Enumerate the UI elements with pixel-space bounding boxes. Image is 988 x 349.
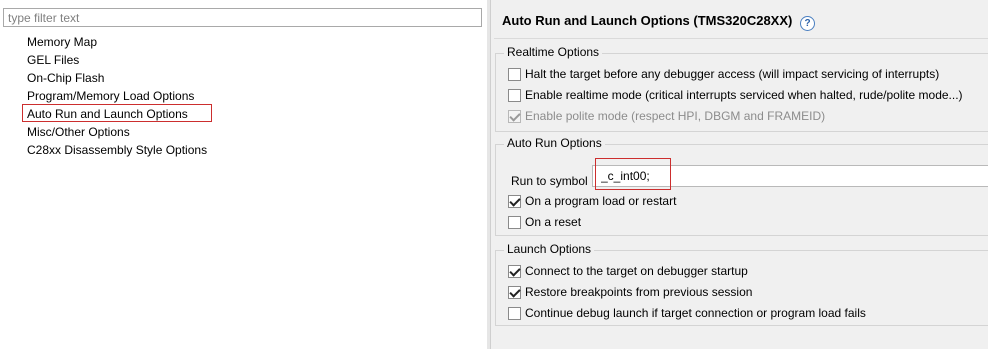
realtime-mode-option[interactable]: Enable realtime mode (critical interrupt… xyxy=(508,87,963,103)
tree-item-gel-files[interactable]: GEL Files xyxy=(22,50,212,68)
on-reset-checkbox[interactable] xyxy=(508,215,521,229)
restore-breakpoints-checkbox[interactable] xyxy=(508,285,521,299)
realtime-mode-label: Enable realtime mode (critical interrupt… xyxy=(525,87,963,102)
on-program-load-checkbox[interactable] xyxy=(508,194,521,208)
polite-mode-option: Enable polite mode (respect HPI, DBGM an… xyxy=(508,108,825,124)
polite-mode-checkbox xyxy=(508,109,521,123)
title-separator xyxy=(494,38,988,39)
auto-run-options-legend: Auto Run Options xyxy=(504,136,605,150)
realtime-options-group: Realtime Options Halt the target before … xyxy=(495,45,988,132)
run-to-symbol-input[interactable] xyxy=(592,165,988,187)
continue-launch-option[interactable]: Continue debug launch if target connecti… xyxy=(508,305,866,321)
filter-input[interactable] xyxy=(3,8,482,27)
tree-item-c28xx-disassembly-style-options[interactable]: C28xx Disassembly Style Options xyxy=(22,140,212,158)
halt-target-checkbox[interactable] xyxy=(508,67,521,81)
category-tree: Memory Map GEL Files On-Chip Flash Progr… xyxy=(22,32,213,158)
launch-options-legend: Launch Options xyxy=(504,242,595,256)
question-circle-icon[interactable]: ? xyxy=(800,16,815,31)
tree-item-on-chip-flash[interactable]: On-Chip Flash xyxy=(22,68,212,86)
on-program-load-label: On a program load or restart xyxy=(525,193,677,208)
options-panel: Auto Run and Launch Options (TMS320C28XX… xyxy=(490,0,988,349)
halt-target-option[interactable]: Halt the target before any debugger acce… xyxy=(508,66,939,82)
polite-mode-label: Enable polite mode (respect HPI, DBGM an… xyxy=(525,108,826,123)
auto-run-options-group: Auto Run Options Run to symbol On a prog… xyxy=(495,136,988,236)
tree-item-memory-map[interactable]: Memory Map xyxy=(22,32,212,50)
realtime-options-legend: Realtime Options xyxy=(504,45,603,59)
continue-launch-checkbox[interactable] xyxy=(508,306,521,320)
continue-launch-label: Continue debug launch if target connecti… xyxy=(525,305,866,320)
restore-breakpoints-label: Restore breakpoints from previous sessio… xyxy=(525,284,753,299)
on-reset-label: On a reset xyxy=(525,214,582,229)
realtime-mode-checkbox[interactable] xyxy=(508,88,521,102)
on-program-load-option[interactable]: On a program load or restart xyxy=(508,193,676,209)
navigation-pane: Memory Map GEL Files On-Chip Flash Progr… xyxy=(0,0,487,349)
connect-on-startup-checkbox[interactable] xyxy=(508,264,521,278)
run-to-symbol-label: Run to symbol xyxy=(511,174,588,188)
launch-options-group: Launch Options Connect to the target on … xyxy=(495,242,988,326)
restore-breakpoints-option[interactable]: Restore breakpoints from previous sessio… xyxy=(508,284,752,300)
page-title: Auto Run and Launch Options (TMS320C28XX… xyxy=(502,13,793,28)
tree-item-program-memory-load-options[interactable]: Program/Memory Load Options xyxy=(22,86,212,104)
connect-on-startup-label: Connect to the target on debugger startu… xyxy=(525,263,748,278)
tree-item-auto-run-and-launch-options[interactable]: Auto Run and Launch Options xyxy=(22,104,213,122)
halt-target-label: Halt the target before any debugger acce… xyxy=(525,66,940,81)
tree-item-misc-other-options[interactable]: Misc/Other Options xyxy=(22,122,212,140)
connect-on-startup-option[interactable]: Connect to the target on debugger startu… xyxy=(508,263,748,279)
on-reset-option[interactable]: On a reset xyxy=(508,214,581,230)
